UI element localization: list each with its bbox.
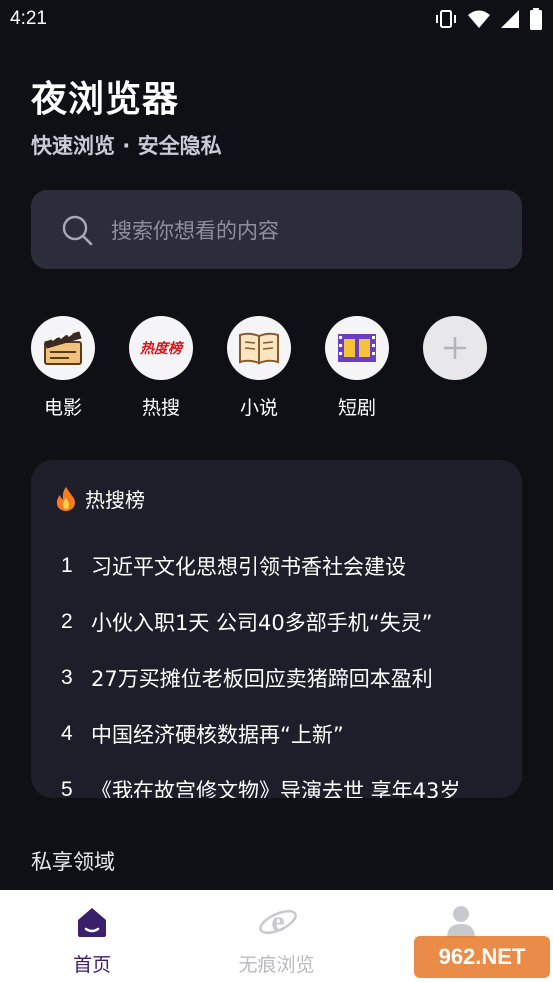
hot-logo-text: 热度榜	[140, 341, 182, 357]
hot-text: 小伙入职1天 公司40多部手机“失灵”	[91, 611, 433, 635]
hot-search-card: 热搜榜 1 习近平文化思想引领书香社会建设 2 小伙入职1天 公司40多部手机“…	[31, 460, 522, 798]
hot-search-title: 热搜榜	[85, 488, 145, 512]
fire-icon	[55, 486, 77, 512]
svg-text:e: e	[272, 905, 285, 938]
hot-rank: 5	[61, 778, 73, 798]
hot-text: 27万买摊位老板回应卖猪蹄回本盈利	[91, 667, 433, 691]
hot-text: 《我在故宫修文物》导演去世 享年43岁	[91, 779, 461, 798]
search-placeholder: 搜索你想看的内容	[111, 218, 279, 243]
battery-icon	[529, 8, 543, 30]
shortcut-label: 热搜	[141, 397, 180, 419]
hot-search-item[interactable]: 4 中国经济硬核数据再“上新”	[31, 706, 522, 762]
app-subtitle: 快速浏览 · 安全隐私	[31, 134, 222, 158]
status-icons	[434, 8, 543, 30]
hot-text: 习近平文化思想引领书香社会建设	[91, 555, 406, 579]
nav-label: 首页	[73, 954, 112, 976]
hot-search-item[interactable]: 3 27万买摊位老板回应卖猪蹄回本盈利	[31, 650, 522, 706]
hot-search-header: 热搜榜	[55, 484, 145, 513]
add-icon	[423, 316, 487, 380]
app-title: 夜浏览器	[31, 79, 180, 120]
shortcut-label: 短剧	[337, 397, 376, 419]
hot-search-item[interactable]: 2 小伙入职1天 公司40多部手机“失灵”	[31, 594, 522, 650]
vibrate-icon	[434, 9, 458, 29]
browser-e-icon: e	[258, 904, 298, 940]
hot-rank: 3	[61, 666, 73, 689]
site-watermark: 962.NET	[414, 936, 550, 978]
nav-incognito[interactable]: e 无痕浏览	[184, 890, 368, 983]
hot-rank: 2	[61, 610, 73, 633]
hot-search-item[interactable]: 5 《我在故宫修文物》导演去世 享年43岁	[31, 762, 522, 798]
cellular-signal-icon	[500, 9, 520, 29]
user-profile-icon	[443, 904, 479, 940]
hot-search-list: 1 习近平文化思想引领书香社会建设 2 小伙入职1天 公司40多部手机“失灵” …	[31, 538, 522, 798]
shortcut-label: 电影	[43, 397, 82, 419]
nav-home[interactable]: 首页	[0, 890, 184, 983]
shortcut-short-drama[interactable]: 短剧	[325, 316, 389, 420]
add-shortcut-button[interactable]	[423, 316, 487, 393]
open-book-icon	[227, 316, 291, 380]
hot-text: 中国经济硬核数据再“上新”	[91, 723, 344, 747]
search-icon	[61, 214, 93, 246]
status-time: 4:21	[10, 8, 47, 29]
hot-rank: 1	[61, 554, 73, 577]
shortcut-hot-search[interactable]: 热度榜 热搜	[129, 316, 193, 420]
hot-rank: 4	[61, 722, 73, 745]
shortcut-movie[interactable]: 电影	[31, 316, 95, 420]
film-strip-icon	[325, 316, 389, 380]
private-section-title: 私享领域	[31, 850, 115, 874]
search-bar[interactable]: 搜索你想看的内容	[31, 190, 522, 269]
shortcut-label: 小说	[239, 397, 278, 419]
movie-clapper-icon	[31, 316, 95, 380]
status-bar: 4:21	[0, 0, 553, 38]
shortcut-novel[interactable]: 小说	[227, 316, 291, 420]
shortcut-grid: 电影 热度榜 热搜 小说 短剧	[31, 316, 501, 426]
home-icon	[74, 904, 110, 940]
hot-search-item[interactable]: 1 习近平文化思想引领书香社会建设	[31, 538, 522, 594]
nav-label: 无痕浏览	[238, 954, 315, 976]
wifi-icon	[467, 9, 491, 29]
hot-search-logo-icon: 热度榜	[129, 316, 193, 380]
